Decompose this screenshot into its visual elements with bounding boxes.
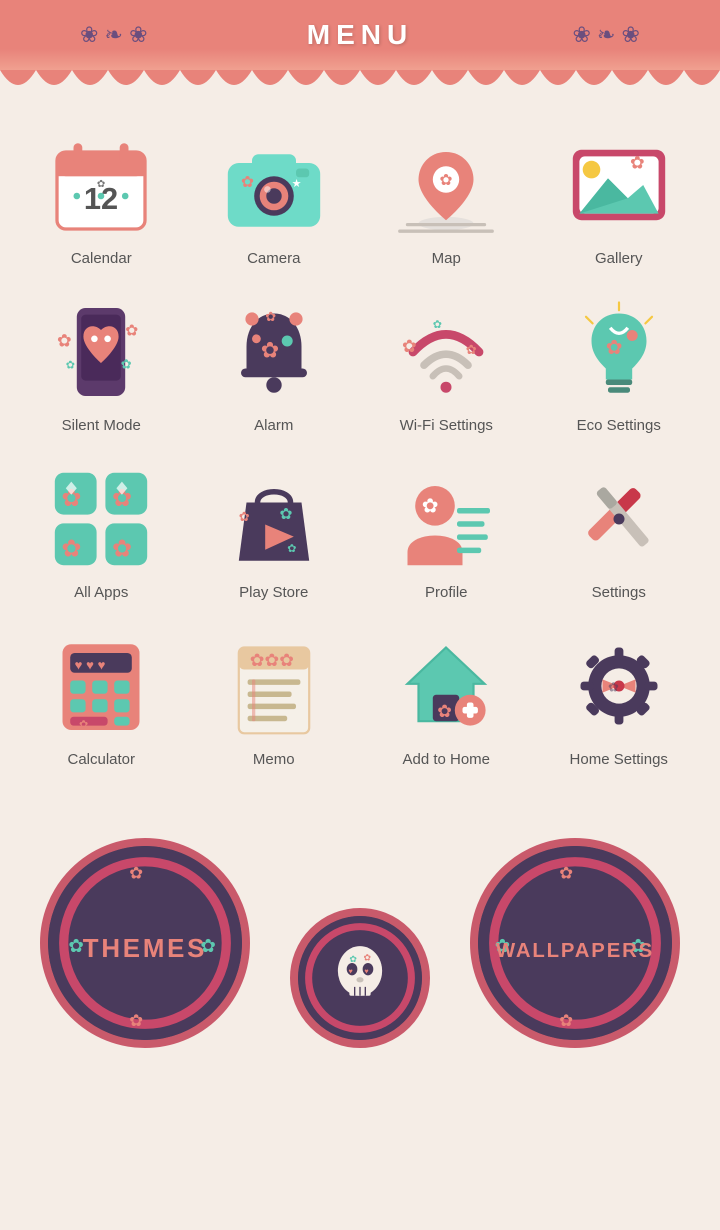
svg-text:✿: ✿ bbox=[261, 338, 279, 363]
svg-text:✿✿✿: ✿✿✿ bbox=[250, 650, 294, 670]
camera-label: Camera bbox=[247, 250, 300, 267]
gallery-label: Gallery bbox=[595, 250, 643, 267]
map-icon: ✿ bbox=[391, 130, 501, 240]
svg-text:★: ★ bbox=[643, 174, 653, 186]
home-settings-icon: ✿ bbox=[564, 631, 674, 741]
svg-text:✿: ✿ bbox=[68, 935, 83, 956]
wifi-settings-item[interactable]: ✿ ✿ ✿ Wi-Fi Settings bbox=[365, 287, 528, 444]
add-to-home-item[interactable]: ✿ Add to Home bbox=[365, 621, 528, 778]
settings-label: Settings bbox=[592, 584, 646, 601]
camera-item[interactable]: ✿ ★ Camera bbox=[193, 120, 356, 277]
scallop-decoration bbox=[0, 70, 720, 100]
wifi-settings-icon: ✿ ✿ ✿ bbox=[391, 297, 501, 407]
svg-text:✿: ✿ bbox=[559, 863, 573, 882]
svg-text:✿: ✿ bbox=[97, 179, 105, 190]
profile-item[interactable]: ✿ Profile bbox=[365, 454, 528, 611]
svg-text:THEMES: THEMES bbox=[83, 935, 207, 963]
svg-text:✿: ✿ bbox=[433, 319, 442, 331]
settings-item[interactable]: Settings bbox=[538, 454, 701, 611]
svg-text:✿: ✿ bbox=[129, 1011, 143, 1030]
add-to-home-label: Add to Home bbox=[402, 751, 490, 768]
svg-text:✿: ✿ bbox=[125, 323, 138, 340]
wifi-settings-label: Wi-Fi Settings bbox=[400, 417, 493, 434]
silent-mode-icon: ✿ ✿ ✿ ✿ bbox=[46, 297, 156, 407]
alarm-item[interactable]: ✿ ✿ Alarm bbox=[193, 287, 356, 444]
svg-text:♥ ♥ ♥: ♥ ♥ ♥ bbox=[75, 658, 106, 673]
add-to-home-icon: ✿ bbox=[391, 631, 501, 741]
calendar-label: Calendar bbox=[71, 250, 132, 267]
wallpapers-badge[interactable]: ✿ ✿ ✿ ✿ WALLPAPERS bbox=[470, 838, 680, 1048]
play-store-label: Play Store bbox=[239, 584, 308, 601]
svg-text:♥: ♥ bbox=[364, 968, 368, 976]
svg-text:✿: ✿ bbox=[608, 680, 619, 695]
eco-settings-item[interactable]: ✿ Eco Settings bbox=[538, 287, 701, 444]
skull-badge[interactable]: ♥ ♥ ✿ ✿ bbox=[290, 908, 430, 1048]
svg-text:✿: ✿ bbox=[402, 336, 417, 356]
memo-icon: ✿✿✿ bbox=[219, 631, 329, 741]
header-deco-right: ❀ ❧ ❀ bbox=[572, 22, 640, 48]
svg-text:✿: ✿ bbox=[241, 174, 254, 191]
svg-text:✿: ✿ bbox=[466, 342, 477, 357]
svg-text:♥: ♥ bbox=[348, 968, 352, 976]
profile-icon: ✿ bbox=[391, 464, 501, 574]
eco-settings-label: Eco Settings bbox=[577, 417, 661, 434]
svg-text:✿: ✿ bbox=[287, 543, 296, 555]
svg-text:✿: ✿ bbox=[437, 701, 452, 721]
play-store-icon: ✿ ✿ ✿ bbox=[219, 464, 329, 574]
header-deco-left: ❀ ❧ ❀ bbox=[80, 22, 148, 48]
svg-text:✿: ✿ bbox=[112, 535, 132, 562]
svg-text:✿: ✿ bbox=[129, 863, 143, 882]
svg-text:✿: ✿ bbox=[630, 153, 645, 173]
svg-text:✿: ✿ bbox=[57, 331, 72, 351]
alarm-icon: ✿ ✿ bbox=[219, 297, 329, 407]
all-apps-label: All Apps bbox=[74, 584, 128, 601]
gallery-item[interactable]: ✿ ★ Gallery bbox=[538, 120, 701, 277]
svg-text:★: ★ bbox=[291, 178, 301, 190]
header-title: MENU bbox=[307, 19, 413, 51]
calculator-label: Calculator bbox=[67, 751, 135, 768]
svg-text:✿: ✿ bbox=[79, 719, 88, 731]
svg-text:✿: ✿ bbox=[121, 357, 132, 372]
memo-item[interactable]: ✿✿✿ Memo bbox=[193, 621, 356, 778]
settings-icon bbox=[564, 464, 674, 574]
silent-mode-item[interactable]: ✿ ✿ ✿ ✿ Silent Mode bbox=[20, 287, 183, 444]
map-item[interactable]: ✿ Map bbox=[365, 120, 528, 277]
all-apps-item[interactable]: ✿ ✿ ✿ ✿ All Apps bbox=[20, 454, 183, 611]
svg-text:✿: ✿ bbox=[422, 495, 439, 517]
calendar-icon: 12 ✿ bbox=[46, 130, 156, 240]
map-label: Map bbox=[432, 250, 461, 267]
silent-mode-label: Silent Mode bbox=[62, 417, 141, 434]
svg-text:✿: ✿ bbox=[606, 337, 623, 359]
bottom-badges: ✿ ✿ ✿ ✿ THEMES ♥ ♥ ✿ ✿ bbox=[0, 808, 720, 1048]
svg-text:✿: ✿ bbox=[66, 360, 75, 372]
svg-text:✿: ✿ bbox=[239, 509, 250, 524]
eco-settings-icon: ✿ bbox=[564, 297, 674, 407]
app-grid: 12 ✿ Calendar ✿ ★ Camer bbox=[0, 100, 720, 788]
svg-text:✿: ✿ bbox=[265, 309, 276, 324]
home-settings-label: Home Settings bbox=[570, 751, 668, 768]
svg-text:WALLPAPERS: WALLPAPERS bbox=[496, 940, 654, 962]
calculator-item[interactable]: ♥ ♥ ♥ ✿ Calculator bbox=[20, 621, 183, 778]
calculator-icon: ♥ ♥ ♥ ✿ bbox=[46, 631, 156, 741]
memo-label: Memo bbox=[253, 751, 295, 768]
svg-text:✿: ✿ bbox=[364, 952, 372, 962]
svg-text:✿: ✿ bbox=[62, 535, 82, 562]
profile-label: Profile bbox=[425, 584, 468, 601]
alarm-label: Alarm bbox=[254, 417, 293, 434]
svg-text:✿: ✿ bbox=[279, 506, 292, 523]
themes-badge[interactable]: ✿ ✿ ✿ ✿ THEMES bbox=[40, 838, 250, 1048]
calendar-item[interactable]: 12 ✿ Calendar bbox=[20, 120, 183, 277]
svg-text:✿: ✿ bbox=[440, 172, 453, 189]
gallery-icon: ✿ ★ bbox=[564, 130, 674, 240]
home-settings-item[interactable]: ✿ Home Settings bbox=[538, 621, 701, 778]
play-store-item[interactable]: ✿ ✿ ✿ Play Store bbox=[193, 454, 356, 611]
all-apps-icon: ✿ ✿ ✿ ✿ bbox=[46, 464, 156, 574]
svg-text:✿: ✿ bbox=[559, 1011, 573, 1030]
header: ❀ ❧ ❀ MENU ❀ ❧ ❀ bbox=[0, 0, 720, 70]
svg-text:✿: ✿ bbox=[349, 954, 357, 964]
camera-icon: ✿ ★ bbox=[219, 130, 329, 240]
